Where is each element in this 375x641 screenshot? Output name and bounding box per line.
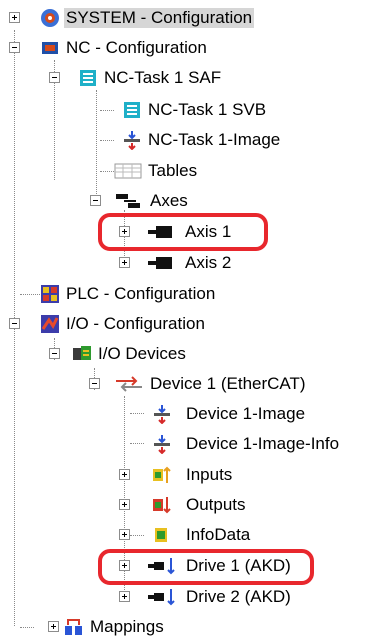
collapse-icon[interactable] xyxy=(49,348,60,359)
tree-label: Axes xyxy=(150,191,188,210)
tree-item-outputs[interactable]: Outputs xyxy=(0,491,375,519)
highlight-axis-1 xyxy=(98,213,268,251)
image-icon xyxy=(154,405,170,424)
tree-label: I/O Devices xyxy=(98,344,186,363)
tree-item-drive-2[interactable]: Drive 2 (AKD) xyxy=(0,583,375,611)
tree-label: NC - Configuration xyxy=(66,38,207,57)
tree-item-axis-2[interactable]: Axis 2 xyxy=(0,249,375,277)
tree-item-tables[interactable]: Tables xyxy=(0,157,375,185)
expand-icon[interactable] xyxy=(119,529,130,540)
tree-item-nc-task-svb[interactable]: NC-Task 1 SVB xyxy=(0,96,375,124)
collapse-icon[interactable] xyxy=(9,42,20,53)
tree-label: Outputs xyxy=(186,495,246,514)
drive-icon xyxy=(148,589,175,606)
collapse-icon[interactable] xyxy=(90,195,101,206)
infodata-icon xyxy=(155,528,167,542)
table-icon xyxy=(114,163,142,179)
tree-item-nc-task-saf[interactable]: NC-Task 1 SAF xyxy=(0,64,375,92)
tree-item-nc[interactable]: NC - Configuration xyxy=(0,34,375,62)
tree-item-nc-task-image[interactable]: NC-Task 1-Image xyxy=(0,126,375,154)
outputs-icon xyxy=(153,497,171,514)
tree-item-device-1-image-info[interactable]: Device 1-Image-Info xyxy=(0,430,375,458)
task-icon xyxy=(124,102,140,118)
tree-label: Tables xyxy=(148,161,198,180)
tree-label: InfoData xyxy=(186,525,251,544)
nc-config-icon xyxy=(42,42,58,54)
tree-label: SYSTEM - Configuration xyxy=(64,8,255,28)
task-icon xyxy=(80,70,96,86)
tree-label: Axis 2 xyxy=(185,253,232,272)
tree-item-axes[interactable]: Axes xyxy=(0,187,375,215)
tree-label: Inputs xyxy=(186,465,233,484)
tree-item-system[interactable]: SYSTEM - Configuration xyxy=(0,4,375,32)
tree-label: Device 1 (EtherCAT) xyxy=(150,374,306,393)
image-info-icon xyxy=(154,435,170,454)
system-gear-icon xyxy=(41,9,59,27)
io-devices-icon xyxy=(73,346,91,360)
collapse-icon[interactable] xyxy=(89,378,100,389)
expand-icon[interactable] xyxy=(48,621,59,632)
ethercat-device-icon xyxy=(116,376,142,392)
tree-item-io-devices[interactable]: I/O Devices xyxy=(0,340,375,368)
tree-item-io[interactable]: I/O - Configuration xyxy=(0,310,375,338)
axes-icon xyxy=(116,194,140,208)
tree-label: PLC - Configuration xyxy=(66,284,216,303)
expand-icon[interactable] xyxy=(119,591,130,602)
collapse-icon[interactable] xyxy=(49,72,60,83)
inputs-icon xyxy=(153,466,171,483)
tree-label: NC-Task 1-Image xyxy=(148,130,281,149)
highlight-drive-1 xyxy=(98,549,314,585)
expand-icon[interactable] xyxy=(119,257,130,268)
expand-icon[interactable] xyxy=(119,499,130,510)
tree-label: Drive 2 (AKD) xyxy=(186,587,291,606)
tree-item-plc[interactable]: PLC - Configuration xyxy=(0,280,375,308)
tree-label: NC-Task 1 SAF xyxy=(104,68,222,87)
mappings-icon xyxy=(65,619,82,635)
tree-label: NC-Task 1 SVB xyxy=(148,100,267,119)
tree-label: Device 1-Image xyxy=(186,404,306,423)
axis-icon xyxy=(148,257,172,269)
image-icon xyxy=(124,131,140,150)
io-config-icon xyxy=(41,315,59,333)
tree-item-mappings[interactable]: Mappings xyxy=(0,613,375,641)
expand-icon[interactable] xyxy=(9,12,20,23)
tree-item-infodata[interactable]: InfoData xyxy=(0,521,375,549)
tree-item-device-1-image[interactable]: Device 1-Image xyxy=(0,400,375,428)
tree-item-inputs[interactable]: Inputs xyxy=(0,461,375,489)
plc-config-icon xyxy=(41,285,59,303)
tree-item-device-1[interactable]: Device 1 (EtherCAT) xyxy=(0,370,375,398)
expand-icon[interactable] xyxy=(119,469,130,480)
tree-label: Device 1-Image-Info xyxy=(186,434,340,453)
tree-label: I/O - Configuration xyxy=(66,314,205,333)
collapse-icon[interactable] xyxy=(9,318,20,329)
tree-label: Mappings xyxy=(90,617,164,636)
